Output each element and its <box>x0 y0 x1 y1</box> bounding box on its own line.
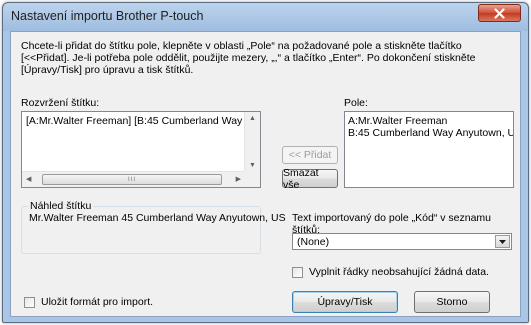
save-format-label[interactable]: Uložit formát pro import. <box>41 296 153 308</box>
dropdown-arrow-button[interactable] <box>495 235 510 248</box>
code-field-value: (None) <box>297 236 330 248</box>
scroll-corner <box>244 171 260 187</box>
dialog-body: Chcete-li přidat do štítku pole, klepnět… <box>10 31 521 317</box>
label-layout-label: Rozvržení štítku: <box>21 97 100 109</box>
scroll-thumb[interactable]: III <box>42 174 222 185</box>
scroll-down-icon[interactable]: ▼ <box>249 162 256 169</box>
layout-vertical-scrollbar[interactable]: ▲ ▼ <box>244 112 260 171</box>
label-preview-group: Náhled štítku Mr.Walter Freeman 45 Cumbe… <box>21 200 286 254</box>
edit-print-button[interactable]: Úpravy/Tisk <box>292 291 398 313</box>
import-settings-dialog: Nastavení importu Brother P-touch Chcete… <box>2 2 529 323</box>
fields-list[interactable]: A:Mr.Walter Freeman B:45 Cumberland Way … <box>344 111 514 188</box>
code-field-select[interactable]: (None) <box>292 233 512 250</box>
title-bar[interactable]: Nastavení importu Brother P-touch <box>3 3 528 31</box>
instructions-text: Chcete-li přidat do štítku pole, klepnět… <box>21 40 476 76</box>
fields-list-item[interactable]: A:Mr.Walter Freeman <box>345 112 513 127</box>
scroll-right-icon[interactable]: ▶ <box>236 175 241 183</box>
close-icon <box>494 7 505 19</box>
label-preview-text: Mr.Walter Freeman 45 Cumberland Way Anyu… <box>29 212 286 224</box>
label-layout-content: [A:Mr.Walter Freeman] [B:45 Cumberland W… <box>26 115 261 127</box>
cancel-button[interactable]: Storno <box>414 291 490 313</box>
close-button[interactable] <box>478 4 521 22</box>
label-layout-box[interactable]: [A:Mr.Walter Freeman] [B:45 Cumberland W… <box>21 111 261 188</box>
fields-list-item[interactable]: B:45 Cumberland Way Anyutown, USA 9 <box>345 127 513 139</box>
layout-horizontal-scrollbar[interactable]: ◀ III ▶ <box>22 171 244 187</box>
scroll-left-icon[interactable]: ◀ <box>26 175 31 183</box>
add-button[interactable]: << Přidat <box>282 146 338 164</box>
chevron-down-icon <box>499 239 506 244</box>
save-format-checkbox[interactable] <box>24 297 35 308</box>
fields-label: Pole: <box>344 97 368 109</box>
scroll-grip-icon: III <box>127 176 136 183</box>
label-preview-legend: Náhled štítku <box>28 200 94 212</box>
scroll-up-icon[interactable]: ▲ <box>249 115 256 122</box>
fill-empty-rows-label[interactable]: Vyplnit řádky neobsahující žádná data. <box>309 266 489 278</box>
fill-empty-rows-checkbox[interactable] <box>292 267 303 278</box>
window-title: Nastavení importu Brother P-touch <box>11 9 204 23</box>
clear-all-button[interactable]: Smazat vše <box>282 167 338 191</box>
